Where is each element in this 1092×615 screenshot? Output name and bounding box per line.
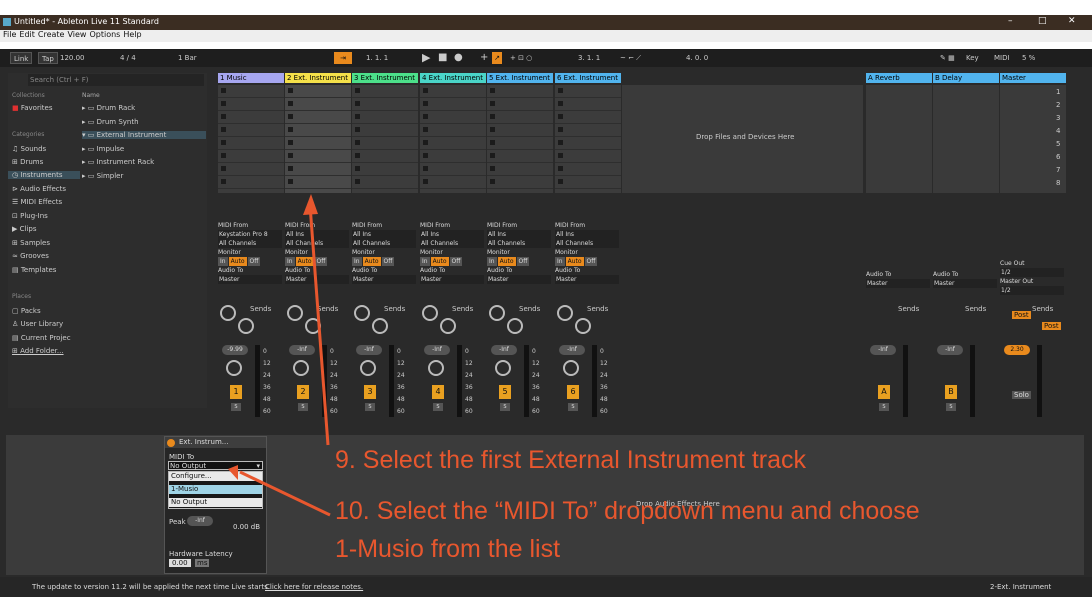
selected-track-label: 2-Ext. Instrument: [990, 583, 1052, 591]
annotation-step-10: 10. Select the “MIDI To” dropdown menu a…: [335, 497, 920, 525]
annotation-step-9: 9. Select the first External Instrument …: [335, 446, 807, 474]
status-bar: The update to version 11.2 will be appli…: [0, 577, 1092, 597]
release-notes-link[interactable]: Click here for release notes.: [265, 583, 363, 591]
annotation-step-10-cont: 1-Musio from the list: [335, 535, 561, 563]
status-message: The update to version 11.2 will be appli…: [32, 583, 271, 591]
